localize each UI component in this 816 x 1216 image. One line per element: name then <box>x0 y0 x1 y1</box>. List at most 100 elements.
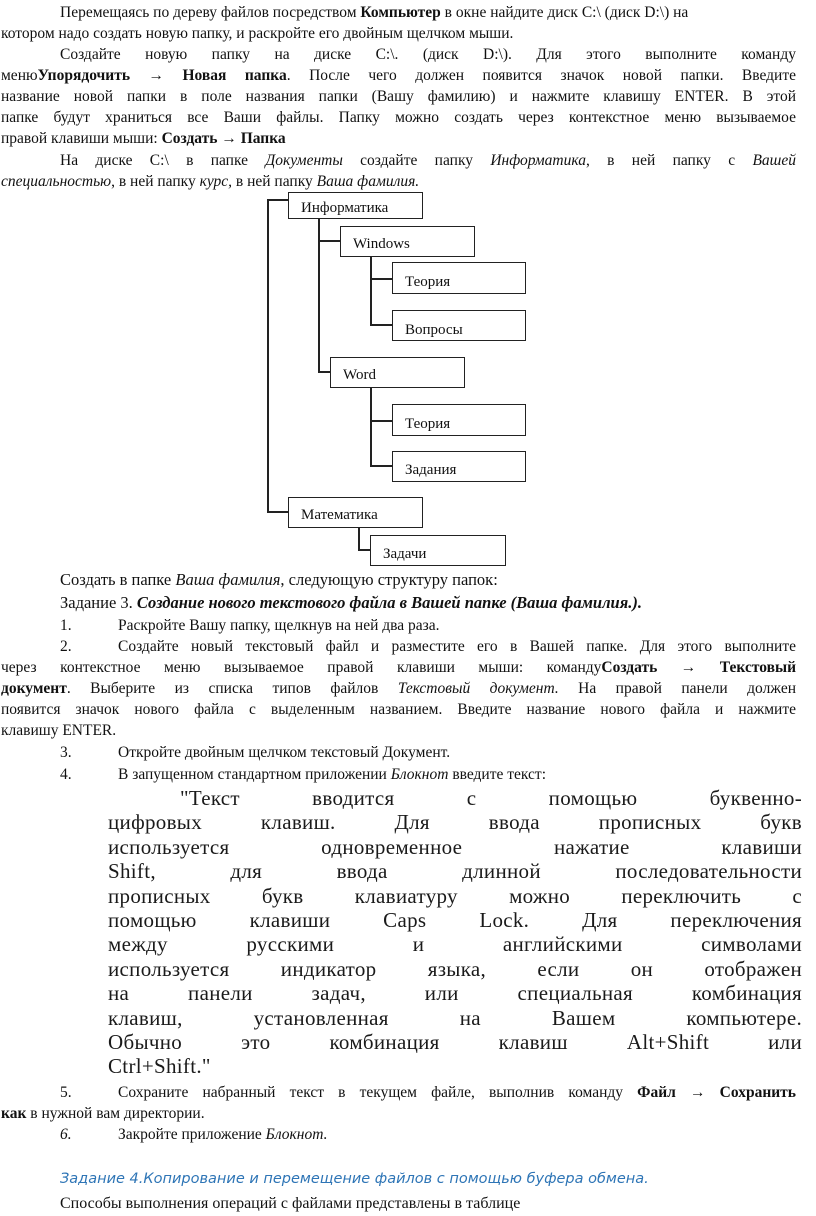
text: в нужной вам директории. <box>26 1105 205 1122</box>
sample-text-line: Shift, для ввода длинной последовательно… <box>108 859 802 883</box>
folder-node-teoriya: Теория <box>392 262 526 294</box>
text-line: правой клавиши мыши: Создать → Папка <box>1 128 286 149</box>
step-6-text: Закройте приложение Блокнот. <box>118 1124 327 1145</box>
text: . После чего должен появится значок ново… <box>286 67 796 84</box>
sample-text-line: цифровых клавиш. Для ввода прописных бук… <box>108 810 802 834</box>
sample-text-line: "Текст вводится с помощью буквенно- <box>180 786 802 810</box>
sample-text-line: используется одновременное нажатие клави… <box>108 835 802 859</box>
text: через контекстное меню вызываемое правой… <box>1 659 602 676</box>
folder-node-teoriya-2: Теория <box>392 404 526 436</box>
text-line: Перемещаясь по дереву файлов посредством… <box>60 2 688 23</box>
tree-connector <box>267 199 269 513</box>
italic-term: Блокнот. <box>265 1126 328 1143</box>
text: меню <box>1 67 38 84</box>
step-5-text: как в нужной вам директории. <box>1 1103 205 1124</box>
text: , в ней папку с <box>585 152 753 169</box>
text-line: На диске C:\ в папке Документы создайте … <box>60 150 796 171</box>
folder-node-informatika: Информатика <box>288 192 423 219</box>
task4-text: Способы выполнения операций с файлами пр… <box>60 1195 521 1212</box>
sample-text-line: прописных букв клавиатуру можно переключ… <box>108 884 802 908</box>
text: правой клавиши мыши: <box>1 130 162 147</box>
folder-node-windows: Windows <box>340 226 475 257</box>
text: В запущенном стандартном приложении <box>118 766 391 783</box>
italic-term: Ваша фамилия. <box>316 173 420 190</box>
text-line: менюУпорядочить → Новая папка. После чег… <box>1 65 796 86</box>
text-line: котором надо создать новую папку, и раск… <box>1 25 514 42</box>
step-3-text: Откройте двойным щелчком текстовый Докум… <box>118 744 451 761</box>
italic-term: Вашей <box>752 152 796 169</box>
tree-connector <box>370 256 372 326</box>
text: в ней папку <box>232 173 317 190</box>
task4-heading: Задание 4.Копирование и перемещение файл… <box>60 1171 649 1187</box>
text: в окне найдите диск C:\ (диск D:\) на <box>440 4 689 21</box>
text-line: название новой папки в поле названия пап… <box>1 88 796 105</box>
step-number: 3. <box>60 744 72 761</box>
structure-caption: Создать в папке Ваша фамилия, следующую … <box>60 569 498 590</box>
step-5-text: Сохраните набранный текст в текущем файл… <box>118 1082 796 1103</box>
step-number: 5. <box>60 1084 72 1101</box>
text: Создать в папке <box>60 570 176 589</box>
step-2-text: через контекстное меню вызываемое правой… <box>1 657 796 678</box>
text: На правой панели должен <box>558 680 796 697</box>
folder-node-zadaniya: Задания <box>392 451 526 482</box>
text-line: специальностью, в ней папку курс, в ней … <box>1 171 419 192</box>
text-line: папке будут храниться все Ваши файлы. Па… <box>1 109 796 126</box>
italic-term: Информатика <box>490 152 586 169</box>
text: На диске C:\ в папке <box>60 152 266 169</box>
menu-command: документ <box>1 680 67 697</box>
menu-command: Упорядочить → Новая папка <box>37 67 287 84</box>
text: . Выберите из списка типов файлов <box>66 680 398 697</box>
tree-connector <box>370 420 393 422</box>
sample-text-line: используется индикатор языка, если он от… <box>108 957 802 981</box>
folder-node-voprosy: Вопросы <box>392 310 526 341</box>
folder-node-matematika: Математика <box>288 497 423 528</box>
text: 6. <box>60 1126 72 1143</box>
step-2-text: документ. Выберите из списка типов файло… <box>1 678 796 699</box>
step-number: 1. <box>60 617 72 634</box>
tree-connector <box>267 511 289 513</box>
step-number: 2. <box>60 638 72 655</box>
heading-title: Создание нового текстового файла в Вашей… <box>136 593 642 612</box>
tree-connector <box>370 278 393 280</box>
tree-connector <box>267 199 289 201</box>
tree-connector <box>370 465 393 467</box>
italic-term: Документы <box>265 152 343 169</box>
text: , следующую структуру папок: <box>280 570 498 589</box>
menu-command: Создать → Текстовый <box>601 659 796 676</box>
sample-text-line: клавиш, установленная на Вашем компьютер… <box>108 1006 802 1030</box>
text: Перемещаясь по дереву файлов посредством <box>60 4 361 21</box>
menu-command: Создать → Папка <box>161 130 286 147</box>
step-2-text: появится значок нового файла с выделенны… <box>1 701 796 718</box>
folder-node-word: Word <box>330 357 465 388</box>
text: Закройте приложение <box>118 1126 266 1143</box>
text: введите текст: <box>448 766 547 783</box>
italic-term: Блокнот <box>390 766 449 783</box>
step-1-text: Раскройте Вашу папку, щелкнув на ней два… <box>118 617 440 634</box>
step-2-text: Создайте новый текстовый файл и размести… <box>118 638 796 655</box>
tree-connector <box>318 240 341 242</box>
tree-connector <box>358 527 360 551</box>
sample-text-line: помощью клавиши Caps Lock. Для переключе… <box>108 908 802 932</box>
italic-term: курс, <box>199 173 233 190</box>
folder-node-zadachi: Задачи <box>370 535 506 566</box>
step-number: 6. <box>60 1124 72 1145</box>
text-line: Создайте новую папку на диске C:\. (диск… <box>60 46 796 63</box>
sample-text-line: на панели задач, или специальная комбина… <box>108 981 802 1005</box>
text: создайте папку <box>342 152 491 169</box>
italic-term: Ваша фамилия <box>175 570 281 589</box>
sample-text-line: Обычно это комбинация клавиш Alt+Shift и… <box>108 1030 802 1054</box>
tree-connector <box>370 324 393 326</box>
text: , в ней папку <box>111 173 200 190</box>
heading-label: Задание 3. <box>60 593 137 612</box>
tree-connector <box>370 387 372 467</box>
step-2-text: клавишу ENTER. <box>1 722 117 739</box>
task3-heading: Задание 3. Создание нового текстового фа… <box>60 592 642 613</box>
sample-text-line: Ctrl+Shift." <box>108 1054 211 1078</box>
sample-text-line: между русскими и английскими символами <box>108 932 802 956</box>
step-number: 4. <box>60 766 72 783</box>
bold-term: Компьютер <box>360 4 441 21</box>
step-4-text: В запущенном стандартном приложении Блок… <box>118 764 546 785</box>
italic-term: Текстовый документ. <box>397 680 559 697</box>
menu-command: Файл → Сохранить <box>637 1084 796 1101</box>
text: Сохраните набранный текст в текущем файл… <box>118 1084 638 1101</box>
